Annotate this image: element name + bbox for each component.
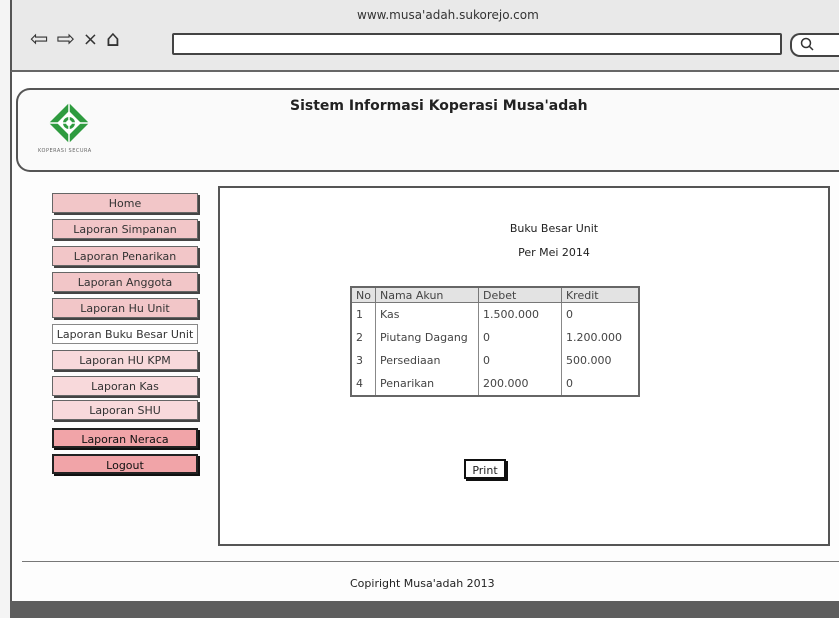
- sidebar-item-laporan-penarikan[interactable]: Laporan Penarikan: [52, 246, 198, 266]
- koperasi-logo: [49, 103, 89, 143]
- table-row: 2 Piutang Dagang 0 1.200.000: [350, 326, 640, 349]
- url-text: www.musa'adah.sukorejo.com: [357, 8, 539, 22]
- table-row: 3 Persediaan 0 500.000: [350, 349, 640, 372]
- sidebar-item-laporan-anggota[interactable]: Laporan Anggota: [52, 272, 198, 292]
- sidebar-item-laporan-neraca[interactable]: Laporan Neraca: [52, 428, 198, 448]
- footer-divider: [22, 561, 839, 562]
- logo-caption: KOPERASI SECURA: [38, 148, 92, 154]
- column-header-debet: Debet: [477, 286, 562, 303]
- print-button[interactable]: Print: [464, 459, 506, 479]
- cell-nama-akun: Persediaan: [374, 349, 479, 372]
- table-row: 1 Kas 1.500.000 0: [350, 302, 640, 326]
- sidebar-item-laporan-buku-besar-unit[interactable]: Laporan Buku Besar Unit: [52, 324, 198, 344]
- site-title: Sistem Informasi Koperasi Musa'adah: [290, 98, 588, 114]
- cell-debet: 200.000: [477, 372, 562, 397]
- cell-debet: 0: [477, 349, 562, 372]
- cell-debet: 1.500.000: [477, 302, 562, 326]
- column-header-nama-akun: Nama Akun: [374, 286, 479, 303]
- cell-no: 2: [350, 326, 376, 349]
- cell-nama-akun: Penarikan: [374, 372, 479, 397]
- sidebar-item-laporan-kas[interactable]: Laporan Kas: [52, 376, 198, 396]
- ledger-table: No Nama Akun Debet Kredit 1 Kas 1.500.00…: [350, 286, 640, 397]
- search-button[interactable]: [790, 33, 839, 57]
- report-period: Per Mei 2014: [518, 246, 590, 259]
- cell-no: 1: [350, 302, 376, 326]
- site-header: KOPERASI SECURA Sistem Informasi Koperas…: [16, 88, 839, 172]
- cell-no: 4: [350, 372, 376, 397]
- column-header-no: No: [350, 286, 376, 303]
- cell-kredit: 1.200.000: [560, 326, 640, 349]
- close-icon[interactable]: ×: [83, 28, 98, 52]
- sidebar-item-laporan-hu-kpm[interactable]: Laporan HU KPM: [52, 350, 198, 370]
- cell-no: 3: [350, 349, 376, 372]
- nav-buttons: ⇦ ⇨ × ⌂: [30, 28, 120, 52]
- report-title: Buku Besar Unit: [509, 222, 599, 235]
- browser-status-bar: [10, 601, 839, 618]
- forward-arrow-icon[interactable]: ⇨: [56, 28, 74, 52]
- search-icon: [800, 37, 814, 51]
- column-header-kredit: Kredit: [560, 286, 640, 303]
- browser-toolbar: www.musa'adah.sukorejo.com ⇦ ⇨ × ⌂: [10, 0, 839, 72]
- address-bar[interactable]: [172, 33, 782, 55]
- cell-nama-akun: Kas: [374, 302, 479, 326]
- sidebar-item-laporan-hu-unit[interactable]: Laporan Hu Unit: [52, 298, 198, 318]
- back-arrow-icon[interactable]: ⇦: [30, 28, 48, 52]
- cell-nama-akun: Piutang Dagang: [374, 326, 479, 349]
- sidebar-item-laporan-shu[interactable]: Laporan SHU: [52, 400, 198, 420]
- cell-debet: 0: [477, 326, 562, 349]
- logout-button[interactable]: Logout: [52, 454, 198, 474]
- table-row: 4 Penarikan 200.000 0: [350, 372, 640, 397]
- report-panel: Buku Besar Unit Per Mei 2014 No Nama Aku…: [218, 186, 830, 546]
- cell-kredit: 0: [560, 302, 640, 326]
- sidebar-item-home[interactable]: Home: [52, 193, 198, 213]
- cell-kredit: 0: [560, 372, 640, 397]
- footer-copyright: Copiright Musa'adah 2013: [350, 577, 495, 590]
- home-icon[interactable]: ⌂: [106, 28, 120, 52]
- table-header-row: No Nama Akun Debet Kredit: [350, 286, 640, 303]
- cell-kredit: 500.000: [560, 349, 640, 372]
- sidebar-item-laporan-simpanan[interactable]: Laporan Simpanan: [52, 219, 198, 239]
